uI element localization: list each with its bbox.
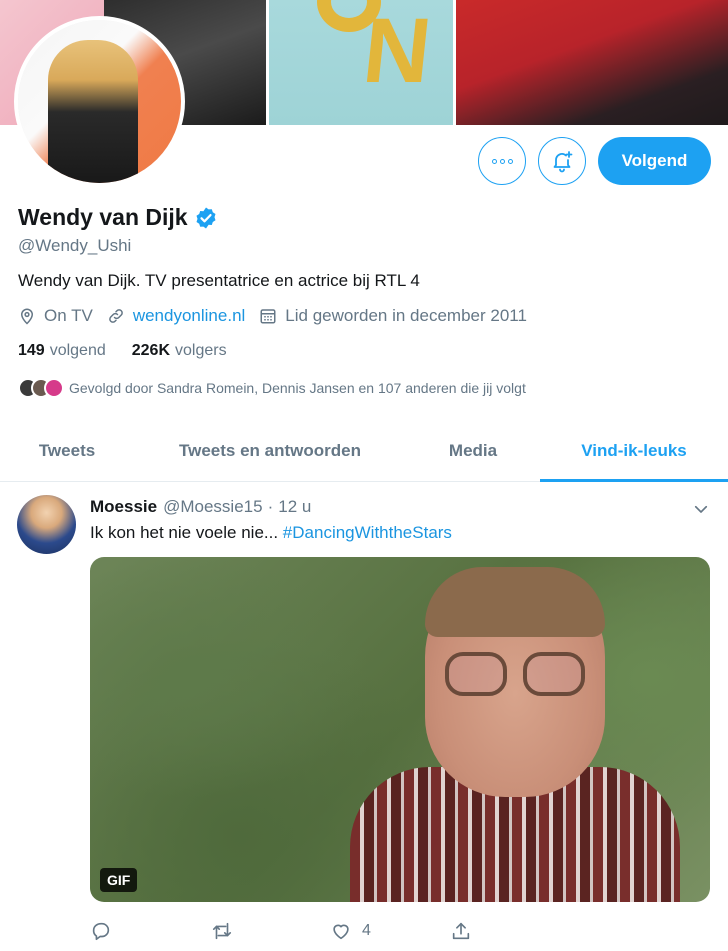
profile-bio: Wendy van Dijk. TV presentatrice en actr… [18,271,420,290]
location-item: On TV [18,306,93,326]
tweet-author-avatar[interactable] [17,495,76,554]
like-count: 4 [362,922,371,939]
profile-handle: @Wendy_Ushi [18,236,132,255]
more-icon [491,158,513,164]
mini-avatar [44,378,64,398]
followed-by-row[interactable]: Gevolgd door Sandra Romein, Dennis Janse… [18,378,526,398]
gif-glasses [445,652,585,697]
followers-count: 226K [131,342,170,359]
tweet-body: Ik kon het nie voele nie... [90,523,283,542]
gif-hair [425,567,605,637]
tab-likes[interactable]: Vind-ik-leuks [540,420,728,482]
website-link[interactable]: wendyonline.nl [133,306,245,326]
joined-item: Lid geworden in december 2011 [259,306,527,326]
followers-stat[interactable]: 226K volgers [132,342,227,360]
balloon-n-decoration: N [358,0,436,102]
following-stat[interactable]: 149 volgend [18,342,106,360]
website-item[interactable]: wendyonline.nl [107,306,245,326]
gif-person [350,567,680,902]
followed-by-text: Gevolgd door Sandra Romein, Dennis Janse… [69,380,526,396]
tweet-text: Ik kon het nie voele nie... #DancingWith… [90,523,452,543]
tweet-hashtag[interactable]: #DancingWiththeStars [283,523,452,542]
gif-badge: GIF [100,868,138,892]
profile-meta: On TV wendyonline.nl Lid geworden in dec… [18,306,541,326]
location-pin-icon [20,308,34,325]
following-button[interactable]: Volgend [598,137,711,185]
tweet-actions: 4 [90,920,472,942]
tweet-author-handle[interactable]: @Moessie15 [163,497,262,517]
profile-name-row: Wendy van Dijk [18,204,218,231]
share-icon [452,922,470,940]
verified-badge-icon [196,207,216,228]
like-button[interactable]: 4 [330,920,450,942]
retweet-button[interactable] [210,920,330,942]
profile-tabs: Tweets Tweets en antwoorden Media Vind-i… [0,420,728,482]
bell-plus-icon [553,151,573,173]
notifications-button[interactable] [538,137,586,185]
tab-tweets[interactable]: Tweets [0,420,134,481]
following-count: 149 [18,342,45,359]
tweet-header: Moessie @Moessie15 · 12 u [90,497,311,517]
link-icon [108,309,123,323]
joined-text: Lid geworden in december 2011 [285,306,527,325]
tab-media[interactable]: Media [406,420,540,481]
reply-icon [92,922,110,941]
heart-icon [333,924,349,940]
followed-by-avatars [18,378,64,398]
tab-tweets-and-replies[interactable]: Tweets en antwoorden [134,420,406,481]
share-button[interactable] [450,920,472,942]
chevron-down-icon[interactable] [692,500,710,518]
location-text: On TV [44,306,93,325]
calendar-icon [260,309,276,324]
retweet-icon [212,922,232,940]
banner-image-4 [456,0,728,125]
tweet-separator: · [267,497,274,516]
avatar-person [48,40,138,183]
tweet-time[interactable]: 12 u [278,497,311,517]
profile-avatar[interactable] [14,16,185,187]
reply-button[interactable] [90,920,210,942]
profile-stats: 149 volgend 226K volgers [18,342,227,360]
following-label: volgend [49,342,106,359]
banner-image-3: N [268,0,454,125]
profile-name: Wendy van Dijk [18,204,188,230]
more-options-button[interactable] [478,137,526,185]
tweet-media-gif[interactable] [90,557,710,902]
tweet-author-name[interactable]: Moessie [90,497,157,517]
followers-label: volgers [175,342,227,359]
